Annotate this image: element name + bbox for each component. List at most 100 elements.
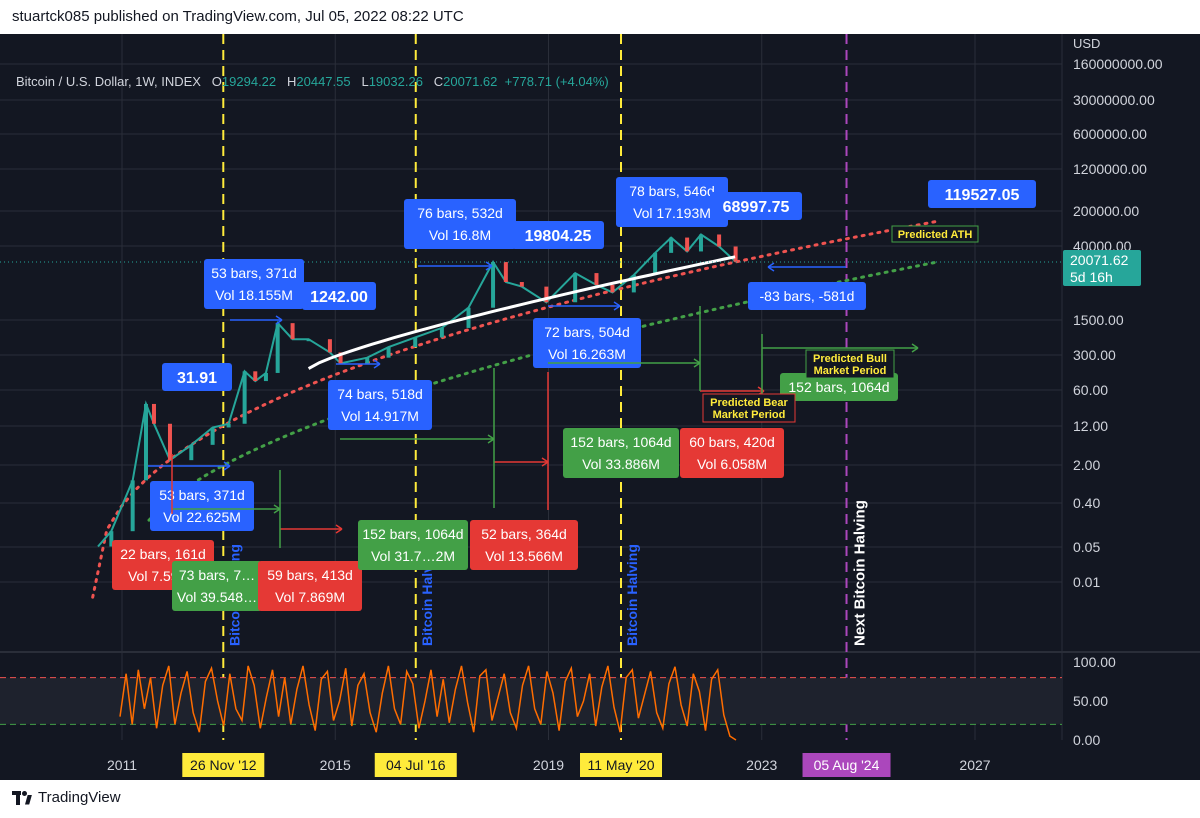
peak-callout-text: 119527.05 [945,187,1020,204]
candle [685,237,690,252]
halving-label: Bitcoin Halving [624,544,640,646]
date-marker-text: 05 Aug '24 [814,757,880,773]
measure-text: 60 bars, 420d [689,434,775,450]
candle [491,262,496,308]
date-marker-text: 04 Jul '16 [386,757,446,773]
measure-text: -83 bars, -581d [760,288,855,304]
candle [290,323,295,340]
candle [610,284,615,293]
measure-text: Vol 31.7…2M [371,548,455,564]
measure-text: Vol 39.548… [177,589,257,605]
oscillator-tick-label: 50.00 [1073,693,1108,709]
y-tick-label: 0.01 [1073,574,1100,590]
annotation-text: Predicted Bull [813,353,887,365]
measure-text: 78 bars, 546d [629,183,715,199]
low-key: L [361,74,369,89]
peak-callout-text: 68997.75 [723,199,790,216]
x-tick-label: 2023 [746,757,777,773]
open-value: 19294.22 [221,74,277,89]
annotation-text: Predicted ATH [898,229,973,241]
chart-frame[interactable]: 160000000.00 30000000.00 6000000.00 1200000… [0,34,1200,780]
oscillator-tick-label: 100.00 [1073,654,1116,670]
measure-text: 152 bars, 1064d [570,434,671,450]
close-value: 20071.62 [443,74,498,89]
y-tick-label: 0.40 [1073,495,1100,511]
measure-text: 53 bars, 371d [211,265,297,281]
candle [275,323,280,373]
candle [594,273,599,285]
measure-text: 73 bars, 7… [179,567,255,583]
y-tick-label: 2.00 [1073,457,1100,473]
measure-text: Vol 18.155M [215,287,293,303]
candle [226,423,231,428]
measure-text: 72 bars, 504d [544,324,630,340]
candle [519,282,524,287]
y-tick-label: 0.05 [1073,539,1100,555]
measure-text: Vol 13.566M [485,548,563,564]
y-tick-label: 1500.00 [1073,312,1124,328]
y-tick-label: 300.00 [1073,347,1116,363]
candle [439,327,444,338]
candle [365,357,370,364]
peak-callout-text: 31.91 [177,370,217,387]
publisher-header: stuartck085 published on TradingView.com… [0,0,1200,34]
halving-label: Next Bitcoin Halving [852,500,869,646]
candle [386,347,391,358]
open-key: O [211,74,222,89]
publisher-text: stuartck085 published on TradingView.com… [12,8,464,25]
annotation-text: Predicted Bear [710,397,788,409]
tradingview-brand: TradingView [38,789,121,806]
measure-text: Vol 16.263M [548,346,626,362]
candle [263,372,268,382]
candle [210,427,215,445]
symbol-label: Bitcoin / U.S. Dollar, 1W, INDEX [16,74,201,89]
peak-callout-text: 1242.00 [310,289,368,306]
y-tick-label: 60.00 [1073,382,1108,398]
date-marker-text: 26 Nov '12 [190,757,257,773]
oscillator-tick-label: 0.00 [1073,732,1100,748]
last-price-value: 20071.62 [1070,252,1129,268]
y-tick-label: 6000000.00 [1073,126,1147,142]
high-key: H [287,74,297,89]
last-price-countdown: 5d 16h [1070,269,1113,285]
tradingview-logo[interactable]: TradingView [12,789,121,806]
candle [189,444,194,461]
high-value: 20447.55 [296,74,351,89]
candle [306,339,311,342]
measure-text: 52 bars, 364d [481,526,567,542]
y-tick-label: 12.00 [1073,418,1108,434]
candle [151,403,156,424]
y-tick-label: 30000000.00 [1073,92,1155,108]
price-chart[interactable]: 160000000.00 30000000.00 6000000.00 1200000… [0,34,1200,780]
measure-text: 152 bars, 1064d [788,379,889,395]
candle [130,480,135,532]
measure-text: 74 bars, 518d [337,386,423,402]
measure-text: 152 bars, 1064d [362,526,463,542]
annotation-text: Market Period [814,365,887,377]
candle [573,273,578,303]
candle [327,339,332,353]
measure-text: Vol 6.058M [697,456,767,472]
tradingview-icon [12,790,32,805]
low-value: 19032.26 [368,74,423,89]
peak-callout-text: 19804.25 [525,228,592,245]
measure-text: Vol 17.193M [633,205,711,221]
candle [413,337,418,348]
measure-text: 59 bars, 413d [267,567,353,583]
y-tick-label: 1200000.00 [1073,161,1147,177]
x-tick-label: 2015 [320,757,351,773]
measure-text: Vol 33.886M [582,456,660,472]
y-unit-label: USD [1073,36,1100,51]
candle [733,246,738,262]
candle [253,371,258,382]
candle [669,237,674,253]
measure-text: Vol 16.8M [429,227,491,243]
annotation-text: Market Period [713,409,786,421]
footer: TradingView [0,780,1200,818]
candle [698,234,703,252]
date-marker-text: 11 May '20 [587,757,654,773]
measure-text: Vol 7.869M [275,589,345,605]
candle [717,234,722,247]
measure-text: Vol 14.917M [341,408,419,424]
candle [503,262,508,283]
